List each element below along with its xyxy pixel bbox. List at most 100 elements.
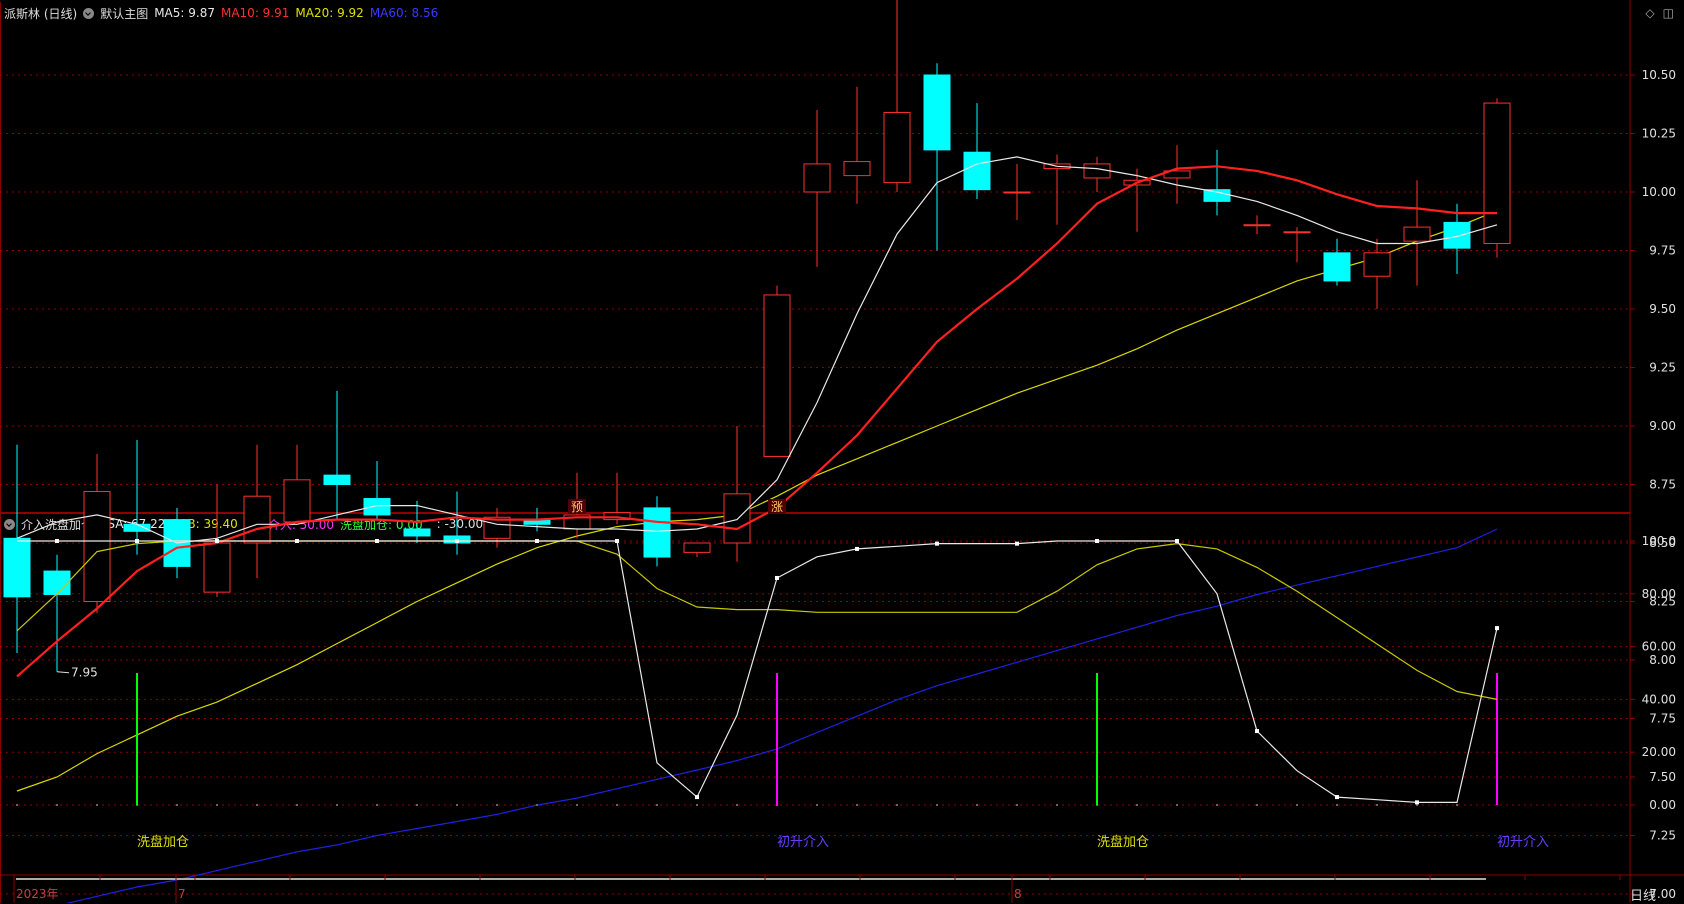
candle-up — [883, 111, 911, 184]
period-label[interactable]: 日线 — [1630, 885, 1656, 904]
price-axis-label: 9.50 — [1649, 302, 1676, 316]
price-axis-label: 9.00 — [1649, 419, 1676, 433]
baseline-dot — [576, 804, 578, 806]
rsa-point — [1415, 800, 1419, 805]
candle-down — [963, 151, 991, 191]
baseline-dot — [16, 804, 18, 806]
candle-up — [243, 495, 271, 544]
baseline-dot — [736, 804, 738, 806]
candle-up — [1083, 163, 1111, 179]
candle-down — [1323, 252, 1351, 282]
rsa-point — [1015, 541, 1019, 546]
baseline-dot — [1056, 804, 1058, 806]
candle-down — [363, 498, 391, 516]
date-label: 8 — [1014, 887, 1022, 901]
rsa-line — [17, 540, 1498, 804]
indicator-axis-label: 40.00 — [1642, 692, 1676, 706]
rsa-point — [455, 539, 459, 543]
rsa-point — [615, 539, 619, 543]
indicator-axis-label: 100.0 — [1642, 534, 1676, 548]
ma10-line — [16, 165, 1497, 678]
price-axis-label: 10.25 — [1642, 127, 1676, 141]
baseline-dot — [1216, 804, 1218, 806]
scroll-bar — [16, 878, 1486, 880]
baseline-dot — [56, 804, 58, 806]
baseline-dot — [976, 804, 978, 806]
baseline-dot — [376, 804, 378, 806]
price-axis-label: 9.75 — [1649, 244, 1676, 258]
baseline-dot — [1016, 804, 1018, 806]
indicator-axis-label: 60.00 — [1642, 640, 1676, 654]
rsa-point — [215, 539, 219, 543]
baseline-dot — [176, 804, 178, 806]
baseline-dot — [816, 804, 818, 806]
baseline-dot — [856, 804, 858, 806]
candle-down — [403, 528, 431, 537]
candle-down — [323, 474, 351, 486]
candle-up — [1363, 252, 1391, 277]
indicator-axis-label: 80.00 — [1642, 587, 1676, 601]
baseline-dot — [536, 804, 538, 806]
rsa-point — [935, 541, 939, 546]
price-axis-label: 7.25 — [1649, 829, 1676, 843]
baseline-dot — [456, 804, 458, 806]
baseline-dot — [336, 804, 338, 806]
ma60-line — [65, 528, 1498, 903]
rsa-point — [375, 539, 379, 543]
rsa-point — [775, 575, 779, 580]
candle-up — [843, 161, 871, 177]
baseline-dot — [1296, 804, 1298, 806]
baseline-dot — [1336, 804, 1338, 806]
date-label: 2023年 — [16, 887, 59, 901]
baseline-dot — [936, 804, 938, 806]
candle-up — [83, 491, 111, 602]
baseline-dot — [1256, 804, 1258, 806]
event-mark: 预 — [571, 500, 583, 514]
rsa-point — [1255, 729, 1259, 734]
signal-label: 初升介入 — [777, 835, 829, 850]
candle-down — [123, 523, 151, 532]
candle-up — [723, 493, 751, 544]
rsa-point — [1095, 539, 1099, 543]
rsa-point — [55, 539, 59, 543]
baseline-dot — [96, 804, 98, 806]
baseline-dot — [696, 804, 698, 806]
rsa-point — [695, 795, 699, 800]
rsa-point — [855, 546, 859, 551]
candle-up — [1403, 226, 1431, 242]
ma5-line — [16, 156, 1498, 544]
baseline-dot — [1176, 804, 1178, 806]
baseline-dot — [616, 804, 618, 806]
baseline-dot — [416, 804, 418, 806]
rsb-line — [16, 540, 1498, 700]
low-marker — [56, 671, 70, 674]
price-axis-label: 7.75 — [1649, 712, 1676, 726]
indicator-axis-label: 0.00 — [1649, 798, 1676, 812]
price-axis-label: 8.75 — [1649, 478, 1676, 492]
rsa-point — [535, 539, 539, 543]
rsa-point — [295, 539, 299, 543]
baseline-dot — [296, 804, 298, 806]
signal-label: 洗盘加仓 — [137, 834, 189, 850]
chart-canvas[interactable]: 10.5010.2510.009.759.509.259.008.758.508… — [0, 0, 1684, 903]
baseline-dot — [1456, 804, 1458, 806]
baseline-dot — [896, 804, 898, 806]
low-label: 7.95 — [71, 666, 98, 680]
baseline-dot — [216, 804, 218, 806]
baseline-dot — [1376, 804, 1378, 806]
candle-down — [923, 74, 951, 151]
candle-up — [1483, 102, 1511, 244]
candle-up — [203, 542, 231, 593]
rsa-point — [1335, 795, 1339, 800]
candle-up — [1003, 191, 1031, 194]
candle-up — [1243, 224, 1271, 227]
baseline-dot — [656, 804, 658, 806]
price-axis-label: 10.00 — [1642, 185, 1676, 199]
candle-down — [643, 507, 671, 558]
indicator-axis-label: 20.00 — [1642, 745, 1676, 759]
signal-label: 初升介入 — [1497, 835, 1549, 850]
baseline-dot — [496, 804, 498, 806]
price-axis-label: 9.25 — [1649, 361, 1676, 375]
price-axis-label: 10.50 — [1642, 68, 1676, 82]
baseline-dot — [256, 804, 258, 806]
